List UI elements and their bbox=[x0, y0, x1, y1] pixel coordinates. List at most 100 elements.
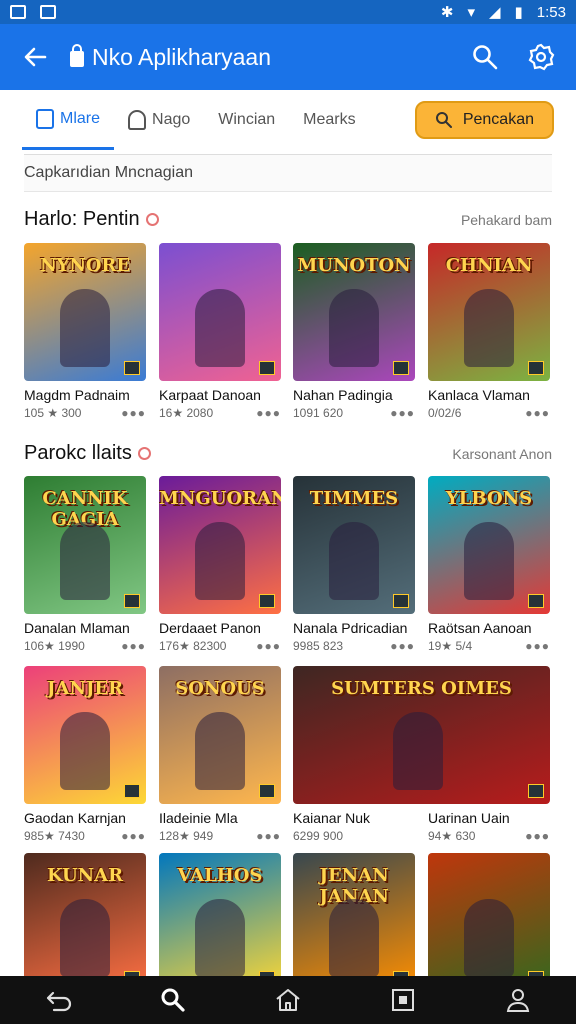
status-bar: ✱ ▾ ◢ ▮ 1:53 bbox=[0, 0, 576, 24]
home-nav-icon[interactable] bbox=[268, 980, 308, 1020]
info-icon[interactable] bbox=[145, 213, 159, 226]
app-title-text: Nko Aplikharyaan bbox=[92, 43, 271, 70]
more-options-icon[interactable]: ●●● bbox=[256, 639, 281, 653]
more-options-icon[interactable]: ●●● bbox=[256, 406, 281, 420]
bluetooth-icon: ✱ bbox=[440, 4, 454, 21]
game-card[interactable]: VALHOS bbox=[159, 853, 281, 991]
game-thumbnail[interactable]: CANNIK GAGIA bbox=[24, 476, 146, 614]
game-name: Karpaat Danoan bbox=[159, 387, 261, 403]
rating-badge-icon bbox=[393, 361, 409, 375]
game-thumbnail[interactable]: SUMTERS OIMES bbox=[293, 666, 550, 804]
game-card[interactable]: TIMMES Nanala Pdricadian 9985 823 ●●● bbox=[293, 476, 415, 653]
game-thumbnail[interactable]: CHNIAN bbox=[428, 243, 550, 381]
more-options-icon[interactable]: ●●● bbox=[121, 829, 146, 843]
character-art bbox=[464, 899, 514, 977]
mail-notification-icon bbox=[40, 5, 56, 19]
tab-mearks[interactable]: Mearks bbox=[289, 90, 369, 150]
cta-label: Pencakan bbox=[462, 111, 534, 128]
game-thumbnail-title: VALHOS bbox=[177, 865, 263, 886]
game-card[interactable]: SONOUS Iladeinie Mla 128★ 949 ●●● bbox=[159, 666, 281, 843]
more-options-icon[interactable]: ●●● bbox=[525, 829, 550, 843]
game-thumbnail[interactable]: KUNAR bbox=[24, 853, 146, 991]
search-nav-icon[interactable] bbox=[153, 980, 193, 1020]
rating-badge-icon bbox=[124, 784, 140, 798]
game-thumbnail[interactable]: JANJER bbox=[24, 666, 146, 804]
game-thumbnail-title: MNGUORAN bbox=[159, 488, 281, 509]
game-rating: 1091 620 bbox=[293, 406, 344, 420]
game-thumbnail[interactable]: JENAN JANAN bbox=[293, 853, 415, 991]
game-rating: 985★ 7430 bbox=[24, 829, 85, 843]
filter-text: Capkarıdian Mncnagian bbox=[24, 164, 193, 181]
game-rating: 9985 823 bbox=[293, 639, 344, 653]
game-card[interactable]: YLBONS Raötsan Aanoan 19★ 5/4 ●●● bbox=[428, 476, 550, 653]
square-nav-icon[interactable] bbox=[383, 980, 423, 1020]
game-thumbnail-title: TIMMES bbox=[309, 488, 399, 509]
more-options-icon[interactable]: ●●● bbox=[256, 829, 281, 843]
character-art bbox=[195, 899, 245, 977]
game-thumbnail[interactable]: VALHOS bbox=[159, 853, 281, 991]
game-card[interactable]: NYNORE Magdm Padnaim 105 ★ 300 ●●● bbox=[24, 243, 146, 420]
see-all-link[interactable]: Karsonant Anon bbox=[452, 446, 552, 462]
tab-wincian[interactable]: Wincian bbox=[204, 90, 289, 150]
game-thumbnail[interactable]: NYNORE bbox=[24, 243, 146, 381]
game-card[interactable] bbox=[428, 853, 550, 991]
search-icon[interactable] bbox=[470, 42, 500, 72]
back-nav-icon[interactable] bbox=[38, 980, 78, 1020]
game-card[interactable]: JANJER Gaodan Karnjan 985★ 7430 ●●● bbox=[24, 666, 146, 843]
info-icon[interactable] bbox=[137, 447, 151, 460]
more-options-icon[interactable]: ●●● bbox=[121, 406, 146, 420]
game-thumbnail-title: SUMTERS OIMES bbox=[331, 678, 512, 699]
tab-label: Nago bbox=[152, 111, 191, 128]
game-card[interactable]: CANNIK GAGIA Danalan Mlaman 106★ 1990 ●●● bbox=[24, 476, 146, 653]
game-card[interactable]: CHNIAN Kanlaca Vlaman 0/02/6 ●●● bbox=[428, 243, 550, 420]
game-card[interactable]: MNGUORAN Derdaaet Panon 176★ 82300 ●●● bbox=[159, 476, 281, 653]
person-icon bbox=[128, 110, 147, 130]
section-header: Parokc llaits Karsonant Anon bbox=[24, 442, 552, 465]
game-thumbnail[interactable]: MUNOTON bbox=[293, 243, 415, 381]
game-thumbnail[interactable] bbox=[428, 853, 550, 991]
status-right: ✱ ▾ ◢ ▮ 1:53 bbox=[440, 3, 566, 22]
more-options-icon[interactable]: ●●● bbox=[390, 639, 415, 653]
more-options-icon[interactable]: ●●● bbox=[525, 406, 550, 420]
game-thumbnail[interactable]: YLBONS bbox=[428, 476, 550, 614]
section-title-text: Harlo: Pentin bbox=[24, 208, 140, 230]
rating-badge-icon bbox=[528, 361, 544, 375]
rating-badge-icon bbox=[528, 594, 544, 608]
game-name: Uarinan Uain bbox=[428, 810, 510, 826]
app-bar: Nko Aplikharyaan bbox=[0, 24, 576, 90]
section-title-text: Parokc llaits bbox=[24, 442, 132, 464]
profile-nav-icon[interactable] bbox=[498, 980, 538, 1020]
back-arrow-icon[interactable] bbox=[0, 24, 70, 90]
game-rating: 19★ 5/4 bbox=[428, 639, 473, 653]
search-cta-button[interactable]: Pencakan bbox=[414, 101, 554, 139]
game-thumbnail[interactable]: TIMMES bbox=[293, 476, 415, 614]
game-card[interactable]: Karpaat Danoan 16★ 2080 ●●● bbox=[159, 243, 281, 420]
more-options-icon[interactable]: ●●● bbox=[121, 639, 146, 653]
character-art bbox=[195, 289, 245, 367]
filter-bar[interactable]: Capkarıdian Mncnagian bbox=[24, 154, 552, 192]
more-options-icon[interactable]: ●●● bbox=[390, 406, 415, 420]
game-card[interactable]: MUNOTON Nahan Padingia 1091 620 ●●● bbox=[293, 243, 415, 420]
tab-mlare[interactable]: Mlare bbox=[22, 90, 115, 150]
game-thumbnail[interactable] bbox=[159, 243, 281, 381]
game-thumbnail[interactable]: SONOUS bbox=[159, 666, 281, 804]
game-thumbnail-title: NYNORE bbox=[39, 255, 131, 276]
game-meta: 94★ 630 ●●● bbox=[428, 829, 550, 843]
game-rating: 106★ 1990 bbox=[24, 639, 85, 653]
tab-nago[interactable]: Nago bbox=[114, 90, 204, 150]
game-rating: 176★ 82300 bbox=[159, 639, 227, 653]
game-card[interactable]: KUNAR bbox=[24, 853, 146, 991]
game-meta: 1091 620 ●●● bbox=[293, 406, 415, 420]
search-icon bbox=[435, 112, 452, 128]
game-rating: 94★ 630 bbox=[428, 829, 476, 843]
see-all-link[interactable]: Pehakard bam bbox=[461, 212, 552, 228]
character-art bbox=[329, 289, 379, 367]
character-art bbox=[60, 712, 110, 790]
game-thumbnail[interactable]: MNGUORAN bbox=[159, 476, 281, 614]
game-card-caption[interactable]: Uarinan Uain 94★ 630 ●●● bbox=[428, 804, 550, 843]
more-options-icon[interactable]: ●●● bbox=[525, 639, 550, 653]
lock-icon bbox=[70, 44, 84, 67]
game-card[interactable]: JENAN JANAN bbox=[293, 853, 415, 991]
game-meta: 176★ 82300 ●●● bbox=[159, 639, 281, 653]
gear-icon[interactable] bbox=[526, 42, 556, 72]
